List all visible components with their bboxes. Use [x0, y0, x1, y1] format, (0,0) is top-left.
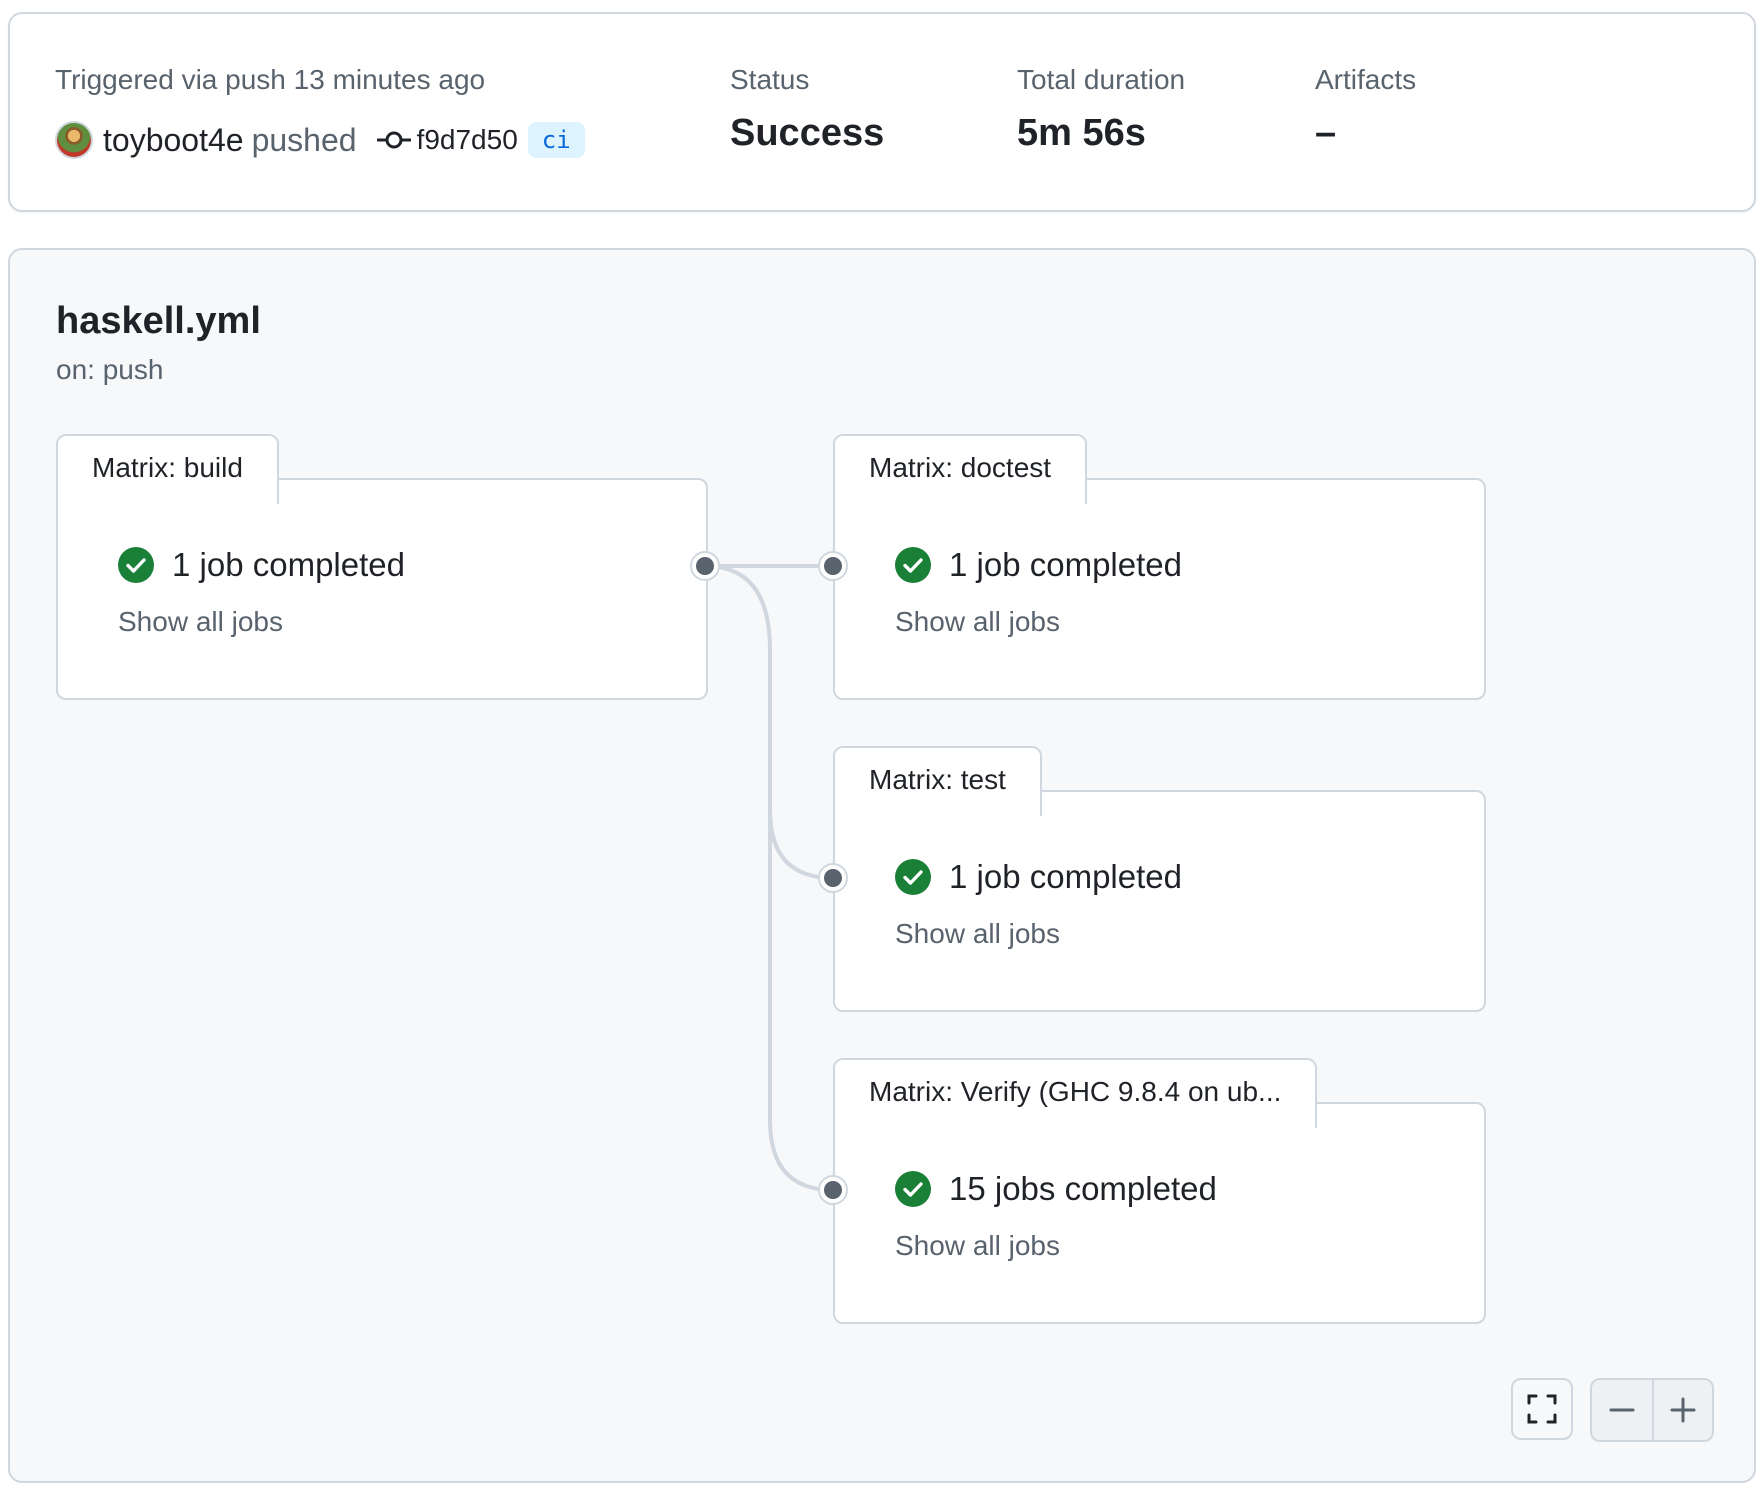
- check-circle-fill-icon: [118, 547, 154, 583]
- run-summary: Triggered via push 13 minutes ago toyboo…: [8, 12, 1756, 212]
- zoom-controls: [1590, 1378, 1714, 1442]
- job-group-title[interactable]: Matrix: test: [833, 746, 1042, 816]
- duration-value[interactable]: 5m 56s: [1017, 112, 1146, 155]
- dash-icon: [1609, 1408, 1635, 1412]
- connector-dot: [820, 1177, 846, 1203]
- check-circle-fill-icon: [895, 547, 931, 583]
- job-group-title[interactable]: Matrix: build: [56, 434, 279, 504]
- job-group-title[interactable]: Matrix: doctest: [833, 434, 1088, 504]
- job-status-text: 15 jobs completed: [949, 1170, 1217, 1207]
- zoom-out-button[interactable]: [1592, 1380, 1652, 1440]
- job-status-text: 1 job completed: [172, 546, 405, 583]
- show-all-jobs-link[interactable]: Show all jobs: [895, 1230, 1060, 1262]
- show-all-jobs-link[interactable]: Show all jobs: [118, 606, 283, 638]
- branch-badge[interactable]: ci: [527, 122, 585, 158]
- workflow-trigger: on: push: [56, 354, 164, 385]
- show-all-jobs-link[interactable]: Show all jobs: [895, 918, 1060, 950]
- job-group-doctest[interactable]: Matrix: doctest 1 job completed Show all…: [833, 434, 1486, 700]
- commit-sha-link[interactable]: f9d7d50: [417, 124, 518, 156]
- job-group-title[interactable]: Matrix: Verify (GHC 9.8.4 on ub...: [833, 1058, 1318, 1128]
- job-status: 1 job completed: [895, 546, 1182, 584]
- job-group-build[interactable]: Matrix: build 1 job completed Show all j…: [56, 434, 708, 700]
- git-commit-icon: [376, 131, 411, 149]
- plus-icon: [1670, 1397, 1696, 1423]
- connector-dot: [820, 865, 846, 891]
- job-group-body: [833, 1102, 1486, 1324]
- fullscreen-button[interactable]: [1511, 1378, 1573, 1440]
- job-group-test[interactable]: Matrix: test 1 job completed Show all jo…: [833, 746, 1486, 1012]
- job-group-verify[interactable]: Matrix: Verify (GHC 9.8.4 on ub... 15 jo…: [833, 1058, 1486, 1324]
- check-circle-fill-icon: [895, 859, 931, 895]
- job-status-text: 1 job completed: [949, 546, 1182, 583]
- trigger-details: toyboot4e pushed f9d7d50 ci: [55, 118, 585, 162]
- action-text: pushed: [251, 121, 357, 158]
- job-status: 1 job completed: [118, 546, 405, 584]
- job-group-body: [833, 478, 1486, 700]
- connector-dot: [692, 553, 718, 579]
- show-all-jobs-link[interactable]: Show all jobs: [895, 606, 1060, 638]
- duration-label: Total duration: [1017, 64, 1186, 95]
- job-status: 1 job completed: [895, 858, 1182, 896]
- artifacts-label: Artifacts: [1315, 64, 1417, 95]
- check-circle-fill-icon: [895, 1171, 931, 1207]
- status-value: Success: [730, 112, 885, 154]
- connector-dot: [820, 553, 846, 579]
- workflow-graph[interactable]: haskell.yml on: push Matrix: build 1 job…: [8, 248, 1756, 1483]
- trigger-label: Triggered via push 13 minutes ago: [55, 64, 486, 95]
- avatar[interactable]: [55, 121, 93, 159]
- workflow-file-name: haskell.yml: [56, 300, 261, 342]
- status-label: Status: [730, 64, 810, 95]
- job-status: 15 jobs completed: [895, 1170, 1217, 1208]
- job-group-body: [833, 790, 1486, 1012]
- screen-full-icon: [1527, 1394, 1557, 1424]
- artifacts-value: –: [1315, 112, 1337, 154]
- zoom-in-button[interactable]: [1652, 1380, 1712, 1440]
- actor-link[interactable]: toyboot4e: [103, 122, 244, 159]
- job-group-body: [56, 478, 708, 700]
- job-status-text: 1 job completed: [949, 858, 1182, 895]
